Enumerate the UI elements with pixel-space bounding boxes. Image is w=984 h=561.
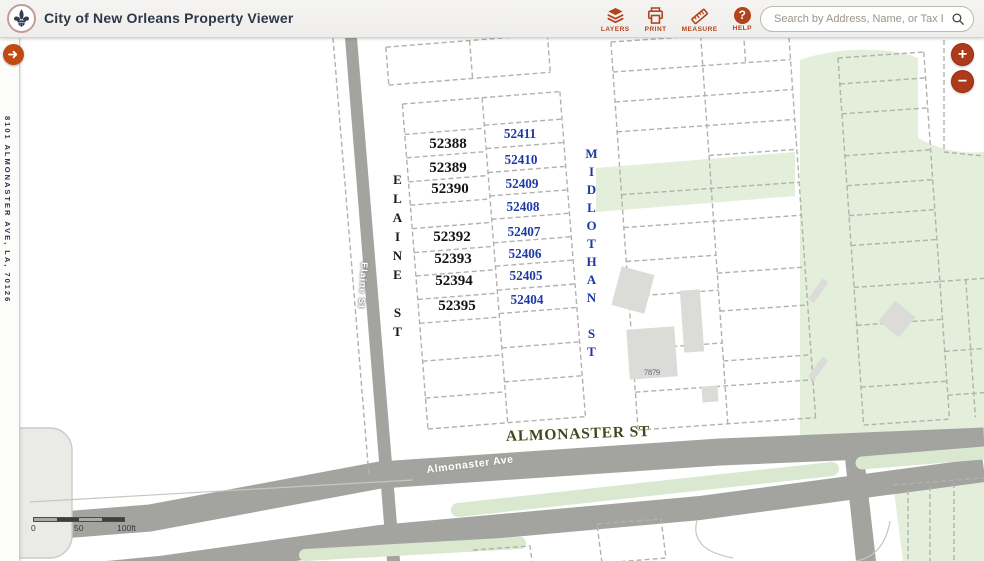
parcel-label-east-3[interactable]: 52408 [507, 199, 540, 214]
search-icon[interactable] [951, 12, 965, 26]
help-icon: ? [734, 7, 751, 24]
parcel-label-east-4[interactable]: 52407 [508, 224, 541, 239]
scale-bar: 0 50 100ft [33, 517, 143, 537]
layers-label: LAYERS [601, 26, 630, 33]
parcel-label-west-4[interactable]: 52393 [434, 251, 472, 267]
arrow-right-icon [7, 48, 20, 61]
building-number-label[interactable]: 7879 [644, 368, 660, 377]
parcel-label-west-1[interactable]: 52389 [429, 160, 467, 176]
help-label: HELP [733, 25, 752, 32]
measure-label: MEASURE [682, 26, 718, 33]
help-button[interactable]: ? HELP [733, 7, 752, 32]
sidebar-expand-button[interactable] [3, 44, 24, 65]
print-label: PRINT [645, 26, 667, 33]
parcel-label-east-0[interactable]: 52411 [504, 126, 536, 141]
search-box [760, 6, 974, 32]
layers-button[interactable]: LAYERS [601, 6, 630, 33]
app-window: 7879 52388 52389 52390 52392 52393 52394… [0, 0, 984, 561]
layers-icon [606, 6, 625, 25]
search-input[interactable] [760, 6, 974, 32]
left-sidebar: 8101 ALMONASTER AVE, LA, 70126 [0, 38, 20, 561]
print-button[interactable]: PRINT [645, 6, 667, 33]
print-icon [646, 6, 665, 25]
new-orleans-logo [7, 4, 36, 33]
parcel-label-east-5[interactable]: 52406 [509, 246, 542, 261]
parcel-label-east-2[interactable]: 52409 [506, 176, 539, 191]
parcel-label-west-3[interactable]: 52392 [433, 229, 471, 245]
fleur-de-lis-icon [11, 8, 32, 29]
map-canvas[interactable]: 7879 52388 52389 52390 52392 52393 52394… [0, 38, 984, 561]
scale-label-zero: 0 [31, 523, 36, 533]
parcel-label-east-1[interactable]: 52410 [505, 152, 538, 167]
street-label-elaine-st-block: ELAINE ST [389, 172, 405, 343]
scale-label-mid: 50 [74, 523, 83, 533]
street-label-almonaster-st: ALMONASTER ST [506, 423, 651, 445]
minus-icon: − [958, 74, 967, 90]
parcel-grid-west [386, 38, 586, 430]
zoom-out-button[interactable]: − [951, 70, 974, 93]
scale-label-max: 100ft [117, 523, 136, 533]
measure-icon [690, 6, 709, 25]
parcel-label-west-0[interactable]: 52388 [429, 136, 467, 152]
road-cross-street [845, 456, 876, 561]
parcel-label-west-2[interactable]: 52390 [431, 181, 469, 197]
toolbar: LAYERS PRINT MEASURE [601, 0, 752, 38]
app-header: City of New Orleans Property Viewer LAYE… [0, 0, 984, 38]
app-title: City of New Orleans Property Viewer [44, 10, 294, 26]
selected-address-label: 8101 ALMONASTER AVE, LA, 70126 [3, 116, 12, 303]
parcel-label-east-6[interactable]: 52405 [510, 268, 543, 283]
plus-icon: + [958, 47, 967, 63]
measure-button[interactable]: MEASURE [682, 6, 718, 33]
street-label-midlothan-st: MIDLOTHAN ST [583, 146, 599, 362]
parcel-label-west-5[interactable]: 52394 [435, 273, 473, 289]
zoom-in-button[interactable]: + [951, 43, 974, 66]
parcel-label-east-7[interactable]: 52404 [511, 292, 544, 307]
parcel-label-west-6[interactable]: 52395 [438, 298, 476, 314]
